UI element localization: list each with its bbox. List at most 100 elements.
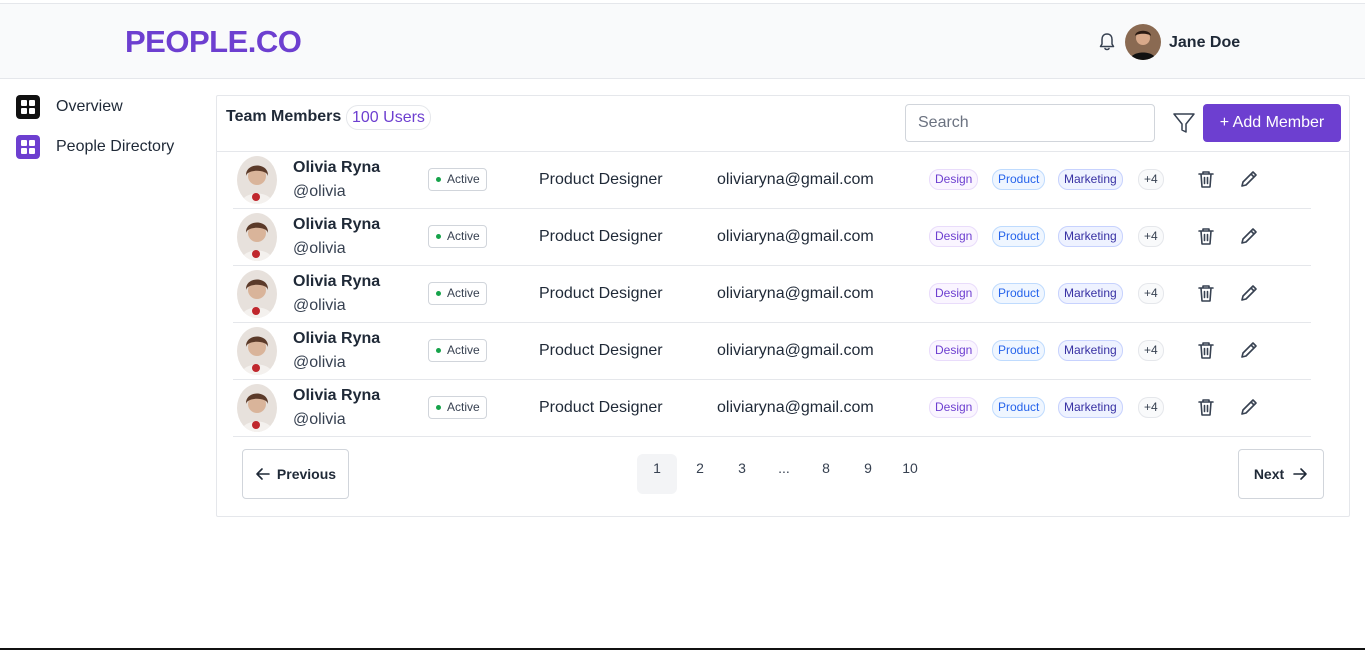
- status-dot: [436, 177, 441, 182]
- filter-icon[interactable]: [1172, 111, 1196, 135]
- status-badge: Active: [428, 339, 487, 362]
- tag-more-count: +4: [1138, 340, 1164, 361]
- page-number-9[interactable]: 9: [847, 454, 889, 494]
- user-avatar[interactable]: [1125, 24, 1161, 60]
- member-name: Olivia Ryna: [293, 387, 381, 404]
- member-email: oliviaryna@gmail.com: [717, 399, 874, 416]
- page-number-2[interactable]: 2: [679, 454, 721, 494]
- page-number-3[interactable]: 3: [721, 454, 763, 494]
- status-label: Active: [447, 343, 480, 357]
- tag-design: Design: [929, 283, 979, 304]
- status-dot: [436, 405, 441, 410]
- member-email: oliviaryna@gmail.com: [717, 228, 874, 245]
- tag-marketing: Marketing: [1058, 340, 1123, 361]
- tag-design: Design: [929, 397, 979, 418]
- member-handle: @olivia: [293, 240, 346, 257]
- sidebar-item-overview[interactable]: Overview: [16, 94, 123, 120]
- next-button[interactable]: Next: [1238, 449, 1324, 499]
- sidebar-item-label: People Directory: [56, 138, 175, 155]
- member-handle: @olivia: [293, 297, 346, 314]
- edit-icon[interactable]: [1238, 396, 1260, 418]
- status-label: Active: [447, 286, 480, 300]
- tag-product: Product: [992, 340, 1046, 361]
- edit-icon[interactable]: [1238, 168, 1260, 190]
- add-member-button[interactable]: + Add Member: [1203, 104, 1341, 142]
- tag-more-count: +4: [1138, 169, 1164, 190]
- tag-product: Product: [992, 397, 1046, 418]
- status-badge: Active: [428, 396, 487, 419]
- member-avatar: [237, 156, 277, 204]
- tag-more-count: +4: [1138, 226, 1164, 247]
- edit-icon[interactable]: [1238, 225, 1260, 247]
- page-number-10[interactable]: 10: [889, 454, 931, 494]
- tag-marketing: Marketing: [1058, 226, 1123, 247]
- member-role: Product Designer: [539, 399, 663, 416]
- edit-icon[interactable]: [1238, 339, 1260, 361]
- table-row[interactable]: Olivia Ryna @olivia Active Product Designer…: [233, 380, 1311, 437]
- member-role: Product Designer: [539, 228, 663, 245]
- member-role: Product Designer: [539, 285, 663, 302]
- member-name: Olivia Ryna: [293, 159, 381, 176]
- status-label: Active: [447, 172, 480, 186]
- member-role: Product Designer: [539, 171, 663, 188]
- status-dot: [436, 234, 441, 239]
- status-badge: Active: [428, 282, 487, 305]
- page-number-8[interactable]: 8: [805, 454, 847, 494]
- user-count-badge: 100 Users: [346, 105, 431, 130]
- sidebar-item-people-directory[interactable]: People Directory: [16, 134, 174, 160]
- page-ellipsis: ...: [778, 460, 790, 476]
- tag-marketing: Marketing: [1058, 397, 1123, 418]
- table-row[interactable]: Olivia Ryna @olivia Active Product Designer…: [233, 323, 1311, 380]
- grid-icon: [16, 95, 40, 119]
- status-dot: [436, 291, 441, 296]
- member-name: Olivia Ryna: [293, 216, 381, 233]
- member-handle: @olivia: [293, 411, 346, 428]
- status-label: Active: [447, 400, 480, 414]
- edit-icon[interactable]: [1238, 282, 1260, 304]
- status-label: Active: [447, 229, 480, 243]
- top-bar: PEOPLE.CO Jane Doe: [0, 3, 1365, 79]
- page-number-1[interactable]: 1: [637, 454, 677, 494]
- table-row[interactable]: Olivia Ryna @olivia Active Product Designer…: [233, 209, 1311, 266]
- bell-icon[interactable]: [1098, 32, 1116, 52]
- member-name: Olivia Ryna: [293, 273, 381, 290]
- member-handle: @olivia: [293, 354, 346, 371]
- trash-icon[interactable]: [1195, 282, 1217, 304]
- tag-more-count: +4: [1138, 283, 1164, 304]
- member-avatar: [237, 213, 277, 261]
- tag-product: Product: [992, 226, 1046, 247]
- search-input[interactable]: [905, 104, 1155, 142]
- status-dot: [436, 348, 441, 353]
- trash-icon[interactable]: [1195, 168, 1217, 190]
- sidebar-item-label: Overview: [56, 98, 123, 115]
- card-title: Team Members: [226, 108, 342, 125]
- trash-icon[interactable]: [1195, 225, 1217, 247]
- team-members-card: Team Members 100 Users + Add Member Oliv…: [216, 95, 1350, 517]
- trash-icon[interactable]: [1195, 339, 1217, 361]
- arrow-right-icon: [1293, 468, 1307, 480]
- member-role: Product Designer: [539, 342, 663, 359]
- tag-product: Product: [992, 283, 1046, 304]
- arrow-left-icon: [256, 468, 270, 480]
- status-badge: Active: [428, 168, 487, 191]
- member-avatar: [237, 327, 277, 375]
- previous-label: Previous: [276, 466, 337, 482]
- trash-icon[interactable]: [1195, 396, 1217, 418]
- tag-design: Design: [929, 226, 979, 247]
- tag-design: Design: [929, 340, 979, 361]
- member-avatar: [237, 384, 277, 432]
- brand-logo[interactable]: PEOPLE.CO: [125, 24, 302, 60]
- table-row[interactable]: Olivia Ryna @olivia Active Product Designer…: [233, 152, 1311, 209]
- status-badge: Active: [428, 225, 487, 248]
- member-name: Olivia Ryna: [293, 330, 381, 347]
- tag-more-count: +4: [1138, 397, 1164, 418]
- table-row[interactable]: Olivia Ryna @olivia Active Product Designer…: [233, 266, 1311, 323]
- grid-icon: [16, 135, 40, 159]
- member-email: oliviaryna@gmail.com: [717, 342, 874, 359]
- user-name[interactable]: Jane Doe: [1169, 34, 1240, 52]
- tag-marketing: Marketing: [1058, 169, 1123, 190]
- member-email: oliviaryna@gmail.com: [717, 285, 874, 302]
- previous-button[interactable]: Previous: [242, 449, 349, 499]
- member-handle: @olivia: [293, 183, 346, 200]
- member-email: oliviaryna@gmail.com: [717, 171, 874, 188]
